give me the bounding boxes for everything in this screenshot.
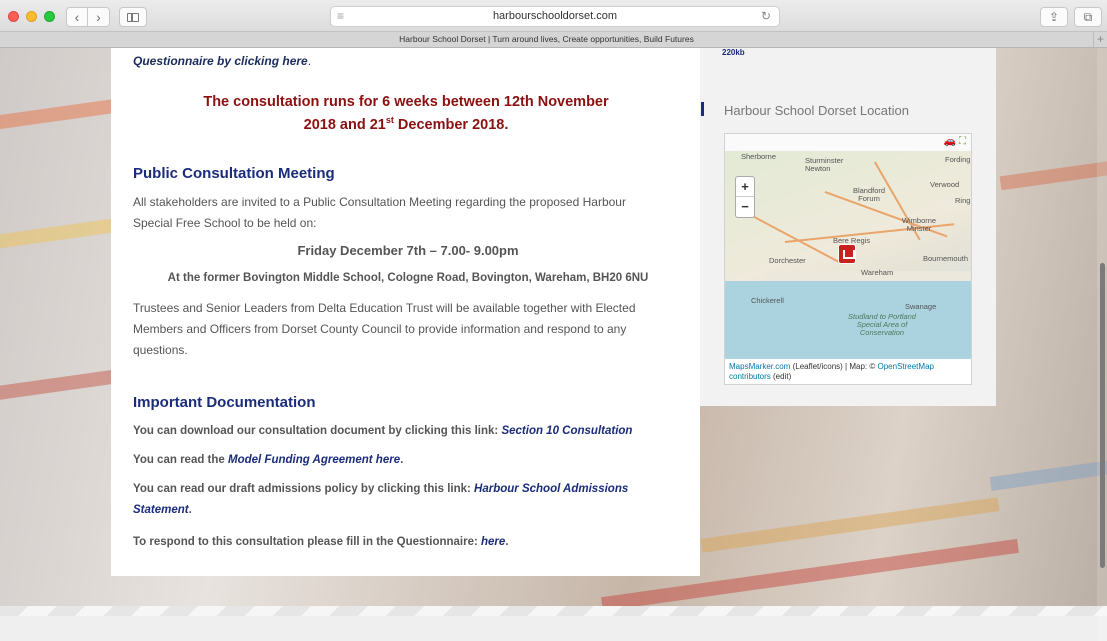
chevron-right-icon: › <box>96 9 101 25</box>
background-decoration <box>999 159 1107 191</box>
location-map[interactable]: 🚗⛶ Sherborne Sturminster Newton Blandfor… <box>724 133 972 385</box>
map-place-label: Bournemouth <box>923 254 969 263</box>
section-10-consultation-link[interactable]: Section 10 Consultation <box>501 425 632 437</box>
map-place-label: Sherborne <box>741 152 777 161</box>
map-place-label: Ring <box>955 196 971 205</box>
map-header: 🚗⛶ <box>725 134 971 151</box>
osm-contributors-link[interactable]: contributors <box>729 372 771 381</box>
docs-line-consultation: You can download our consultation docume… <box>133 425 633 437</box>
section-marker <box>701 102 704 116</box>
share-button[interactable]: ⇪ <box>1040 7 1068 27</box>
map-place-label: Sturminster Newton <box>805 156 844 173</box>
docs-line-questionnaire: To respond to this consultation please f… <box>133 536 509 548</box>
zoom-window-button[interactable] <box>44 11 55 22</box>
background-decoration <box>0 98 121 132</box>
back-button[interactable]: ‹ <box>66 7 88 27</box>
meeting-date: Friday December 7th – 7.00- 9.00pm <box>297 243 519 258</box>
tab-bar: Harbour School Dorset | Turn around live… <box>0 32 1107 48</box>
share-icon: ⇪ <box>1048 10 1060 24</box>
meeting-details: Trustees and Senior Leaders from Delta E… <box>133 301 636 357</box>
reload-icon[interactable]: ↻ <box>761 7 771 26</box>
sidebar-icon <box>127 13 139 22</box>
questionnaire-here-link[interactable]: here <box>481 536 505 548</box>
meeting-heading: Public Consultation Meeting <box>133 165 335 182</box>
zoom-out-button[interactable]: − <box>736 197 754 217</box>
map-tiles[interactable]: Sherborne Sturminster Newton Blandford F… <box>725 151 971 359</box>
new-tab-button[interactable]: + <box>1093 32 1107 47</box>
docs-heading: Important Documentation <box>133 394 316 411</box>
docs-line-admissions: You can read our draft admissions policy… <box>133 483 629 516</box>
map-place-label: Dorchester <box>769 256 806 265</box>
fullscreen-icon[interactable]: 🚗⛶ <box>944 136 969 147</box>
consultation-dates-banner: The consultation runs for 6 weeks betwee… <box>171 91 641 137</box>
map-attribution: MapsMarker.com (Leaflet/icons) | Map: © … <box>725 359 971 384</box>
url-text: harbourschooldorset.com <box>492 10 618 22</box>
zoom-in-button[interactable]: + <box>736 177 754 197</box>
map-place-label: Wimborne Minster <box>901 216 937 233</box>
show-tabs-button[interactable]: ⧉ <box>1074 7 1102 27</box>
mapsmarker-link[interactable]: MapsMarker.com <box>729 362 790 371</box>
background-decoration <box>989 459 1107 491</box>
map-place-label: Chickerell <box>751 296 784 305</box>
footer-band <box>0 606 1107 641</box>
close-window-button[interactable] <box>8 11 19 22</box>
model-funding-agreement-link[interactable]: Model Funding Agreement here <box>228 454 400 466</box>
scrollbar-thumb[interactable] <box>1100 263 1105 568</box>
openstreetmap-link[interactable]: OpenStreetMap <box>877 362 933 371</box>
map-place-label: Studland to Portland Special Area of Con… <box>848 312 916 337</box>
map-place-label: Fording <box>945 155 971 164</box>
meeting-intro: All stakeholders are invited to a Public… <box>133 195 626 230</box>
map-place-label: Verwood <box>930 180 960 189</box>
background-decoration <box>0 369 121 401</box>
background-decoration <box>700 497 1000 553</box>
map-zoom-control: + − <box>735 176 755 218</box>
forward-button[interactable]: › <box>88 7 110 27</box>
school-map-marker-icon[interactable] <box>838 244 856 264</box>
sidebar: 220kb Harbour School Dorset Location 🚗⛶ … <box>700 48 996 406</box>
main-content: Questionnaire by clicking here. The cons… <box>111 48 700 576</box>
docs-line-funding: You can read the Model Funding Agreement… <box>133 454 404 466</box>
consultation-banner-line-1: The consultation runs for 6 weeks betwee… <box>203 94 609 110</box>
map-place-label: Swanage <box>905 302 937 311</box>
location-title: Harbour School Dorset Location <box>724 103 909 118</box>
chevron-left-icon: ‹ <box>74 9 80 25</box>
map-place-label: Wareham <box>861 268 894 277</box>
consultation-banner-line-2: 2018 and 21st December 2018. <box>303 115 509 133</box>
address-bar[interactable]: ≡ harbourschooldorset.com ↻ <box>330 6 780 27</box>
tabs-icon: ⧉ <box>1083 10 1093 24</box>
minimize-window-button[interactable] <box>26 11 37 22</box>
meeting-venue: At the former Bovington Middle School, C… <box>167 272 649 284</box>
file-size-link[interactable]: 220kb <box>722 48 745 57</box>
map-place-label: Blandford Forum <box>852 186 886 203</box>
browser-toolbar: ‹ › ≡ harbourschooldorset.com ↻ ⇪ ⧉ <box>0 0 1107 32</box>
tab-title[interactable]: Harbour School Dorset | Turn around live… <box>0 32 1093 47</box>
background-decoration <box>0 217 121 253</box>
sidebar-toggle-button[interactable] <box>119 7 147 27</box>
questionnaire-link-top[interactable]: Questionnaire by clicking here. <box>133 54 311 68</box>
